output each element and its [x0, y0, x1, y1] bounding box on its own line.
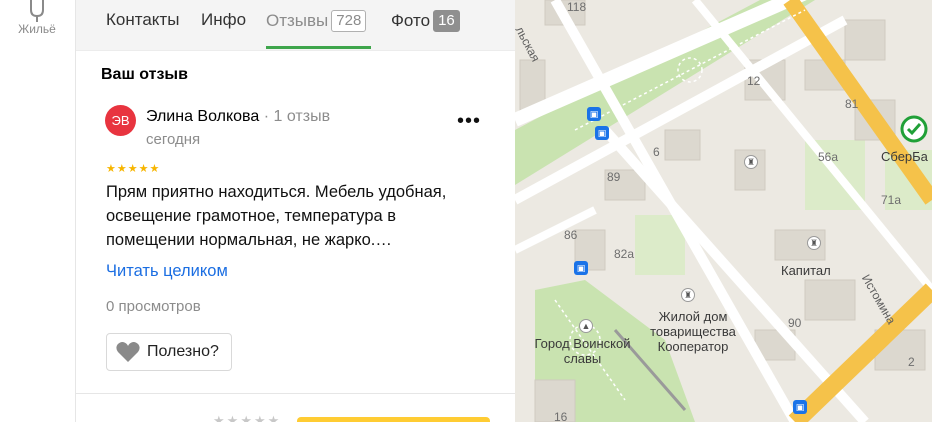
star-icon: ★ — [116, 163, 127, 175]
rating-stars: ★ ★ ★ ★ ★ — [106, 164, 159, 175]
map-label-71a: 71а — [881, 193, 902, 207]
helpful-button[interactable]: Полезно? — [106, 333, 232, 371]
tab-bar: Контакты Инфо Отзывы 728 Фото 16 — [76, 0, 515, 51]
museum-icon[interactable]: ♜ — [744, 155, 758, 169]
active-tab-indicator — [266, 46, 371, 49]
monument-icon[interactable]: ▲ — [579, 319, 593, 333]
map-view[interactable]: 118 12 81 6 56а 89 71а 86 82а 90 16 2 Сб… — [515, 0, 932, 422]
tab-photos[interactable]: Фото 16 — [391, 10, 460, 32]
tab-reviews-label: Отзывы — [266, 11, 329, 30]
tab-photos-count: 16 — [433, 10, 460, 32]
map-label-sberbank[interactable]: СберБа — [881, 149, 928, 164]
rail-item-housing-label: Жильё — [18, 22, 56, 36]
tab-reviews-count: 728 — [331, 10, 367, 32]
divider — [76, 393, 515, 394]
tab-reviews[interactable]: Отзывы 728 — [266, 10, 367, 32]
map-label-118: 118 — [567, 0, 587, 14]
author-separator: · — [263, 108, 274, 125]
sberbank-icon[interactable] — [900, 115, 928, 143]
rail-item-housing[interactable]: Жильё — [6, 0, 68, 36]
map-label-56a: 56а — [818, 150, 839, 164]
author-reviews-count: 1 отзыв — [273, 108, 331, 125]
map-label-city-glory[interactable]: Город Воинской славы — [525, 336, 640, 366]
map-label-16: 16 — [554, 410, 568, 422]
map-label-kapital[interactable]: Капитал — [781, 263, 831, 278]
tab-contacts-label: Контакты — [106, 10, 180, 29]
more-options-button[interactable]: ••• — [457, 110, 481, 133]
write-review-button[interactable] — [297, 417, 490, 422]
rate-star-icon[interactable]: ★ — [254, 414, 266, 422]
rate-star-icon[interactable]: ★ — [268, 414, 280, 422]
org-panel: Контакты Инфо Отзывы 728 Фото 16 Ваш отзыв… — [76, 0, 515, 422]
bus-stop-icon[interactable]: ▣ — [595, 126, 609, 140]
read-more-link[interactable]: Читать целиком — [106, 262, 228, 281]
rate-stars-input[interactable]: ★ ★ ★ ★ ★ — [213, 414, 279, 422]
star-icon: ★ — [149, 163, 160, 175]
tab-info[interactable]: Инфо — [201, 10, 246, 30]
map-label-housing-coop[interactable]: Жилой дом товарищества Кооператор — [643, 309, 743, 354]
review-text: Прям приятно находиться. Мебель удобная,… — [106, 183, 447, 249]
bus-stop-icon[interactable]: ▣ — [574, 261, 588, 275]
rate-star-icon[interactable]: ★ — [213, 414, 225, 422]
map-label-81: 81 — [845, 97, 859, 111]
tab-info-label: Инфо — [201, 10, 247, 29]
map-label-12: 12 — [747, 74, 761, 88]
views-count: 0 просмотров — [106, 298, 201, 315]
section-title: Ваш отзыв — [101, 66, 188, 83]
heart-icon — [116, 342, 140, 362]
helpful-label: Полезно? — [147, 343, 219, 360]
left-rail: Жильё — [0, 0, 76, 422]
rate-star-icon[interactable]: ★ — [240, 414, 252, 422]
museum-icon[interactable]: ♜ — [807, 236, 821, 250]
map-label-89: 89 — [607, 170, 621, 184]
review-author: Элина Волкова · 1 отзыв — [146, 108, 330, 126]
star-icon: ★ — [138, 163, 149, 175]
tab-contacts[interactable]: Контакты — [106, 10, 179, 30]
star-icon: ★ — [127, 163, 138, 175]
map-label-2: 2 — [908, 355, 915, 369]
housing-icon — [30, 0, 44, 22]
bus-stop-icon[interactable]: ▣ — [793, 400, 807, 414]
avatar[interactable]: ЭВ — [105, 105, 136, 136]
rate-star-icon[interactable]: ★ — [227, 414, 239, 422]
review-date: сегодня — [146, 131, 201, 148]
bus-stop-icon[interactable]: ▣ — [587, 107, 601, 121]
star-icon: ★ — [106, 163, 116, 175]
map-label-6: 6 — [653, 145, 660, 159]
museum-icon[interactable]: ♜ — [681, 288, 695, 302]
tab-photos-label: Фото — [391, 11, 431, 30]
map-label-82a: 82а — [614, 247, 635, 261]
map-label-86: 86 — [564, 228, 578, 242]
author-name[interactable]: Элина Волкова — [146, 108, 259, 125]
map-label-90: 90 — [788, 316, 802, 330]
